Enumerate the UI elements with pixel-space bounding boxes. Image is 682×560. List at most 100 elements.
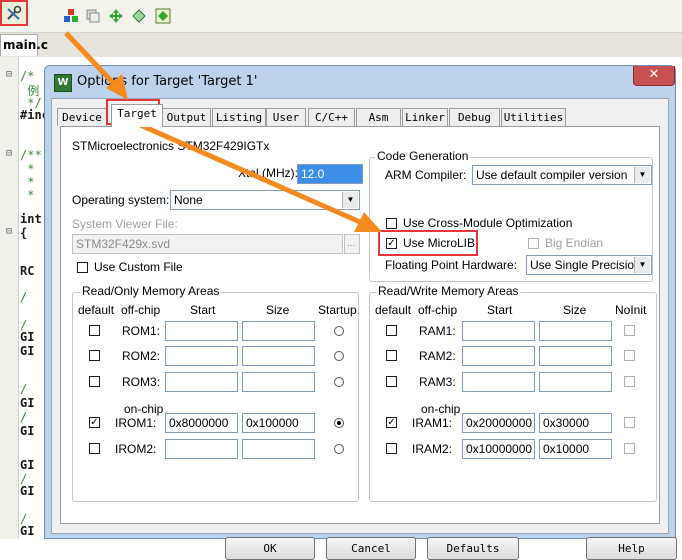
rom-header-default: default <box>78 303 115 317</box>
ram-row-start-input[interactable] <box>462 346 535 366</box>
os-select[interactable]: None ▼ <box>170 190 360 210</box>
ram-row-default-checkbox[interactable] <box>386 325 397 336</box>
noinit-checkbox[interactable] <box>624 376 635 387</box>
startup-radio[interactable] <box>334 351 344 361</box>
fp-select[interactable]: Use Single Precision ▼ <box>526 255 652 275</box>
fp-select-value: Use Single Precision <box>530 258 641 272</box>
startup-radio[interactable] <box>334 418 344 428</box>
compiler-select[interactable]: Use default compiler version ▼ <box>472 165 652 185</box>
ram-row-size-input[interactable] <box>539 346 612 366</box>
tab-output[interactable]: Output <box>162 108 211 126</box>
batch-build-icon[interactable] <box>154 7 172 25</box>
ram-row-default-checkbox[interactable]: ✓ <box>386 417 397 428</box>
rom-row-default-checkbox[interactable] <box>89 376 100 387</box>
code-line: RC <box>20 264 35 278</box>
rom-row-start-input[interactable] <box>165 372 238 392</box>
ram-row-start-input[interactable] <box>462 321 535 341</box>
rom-group-title: Read/Only Memory Areas <box>80 284 222 298</box>
noinit-checkbox[interactable] <box>624 417 635 428</box>
svf-browse-button[interactable]: ... <box>344 234 360 254</box>
rom-row-default-checkbox[interactable] <box>89 350 100 361</box>
ok-button[interactable]: OK <box>225 537 315 560</box>
ram-row-default-checkbox[interactable] <box>386 376 397 387</box>
ram-onchip-label: on-chip <box>421 402 461 416</box>
rom-header-startup: Startup <box>318 303 357 317</box>
cancel-button[interactable]: Cancel <box>326 537 416 560</box>
ram-row-size-input[interactable] <box>539 321 612 341</box>
ram-row-name: IRAM1: <box>412 416 453 430</box>
cross-module-checkbox[interactable] <box>386 218 397 229</box>
ram-row-size-input[interactable]: 0x30000 <box>539 413 612 433</box>
xtal-label: Xtal (MHz): <box>238 166 298 180</box>
code-line: * <box>20 175 35 189</box>
ram-row-name: RAM1: <box>419 324 456 338</box>
rom-row-default-checkbox[interactable] <box>89 325 100 336</box>
gutter-marker[interactable]: ⊟ <box>6 69 12 80</box>
tab-linker[interactable]: Linker <box>402 108 448 126</box>
big-endian-checkbox[interactable] <box>528 238 539 249</box>
microlib-checkbox[interactable]: ✓ <box>386 238 397 249</box>
rom-header-offchip: off-chip <box>121 303 161 317</box>
ram-row-name: RAM3: <box>419 375 456 389</box>
tab-c-c-[interactable]: C/C++ <box>308 108 355 126</box>
gutter-marker[interactable]: ⊟ <box>6 148 12 159</box>
tab-listing[interactable]: Listing <box>212 108 266 126</box>
file-tab-main-c[interactable]: main.c <box>0 34 48 56</box>
rom-row-start-input[interactable]: 0x8000000 <box>165 413 238 433</box>
close-button[interactable]: ✕ <box>633 66 675 86</box>
code-line: * <box>20 188 35 202</box>
startup-radio[interactable] <box>334 326 344 336</box>
rom-row-size-input[interactable] <box>242 439 315 459</box>
tab-utilities[interactable]: Utilities <box>501 108 566 126</box>
gutter-marker[interactable]: ⊟ <box>6 226 12 237</box>
tab-target[interactable]: Target <box>111 104 163 127</box>
custom-file-checkbox[interactable] <box>77 262 88 273</box>
noinit-checkbox[interactable] <box>624 443 635 454</box>
rom-row-name: ROM3: <box>122 375 161 389</box>
ram-row-start-input[interactable] <box>462 372 535 392</box>
svf-input[interactable]: STM32F429x.svd <box>72 234 343 254</box>
noinit-checkbox[interactable] <box>624 350 635 361</box>
ram-row-default-checkbox[interactable] <box>386 350 397 361</box>
rom-row-size-input[interactable] <box>242 346 315 366</box>
rom-row-default-checkbox[interactable] <box>89 443 100 454</box>
move-icon[interactable] <box>107 7 125 25</box>
defaults-button[interactable]: Defaults <box>427 537 519 560</box>
rom-row-size-input[interactable]: 0x100000 <box>242 413 315 433</box>
keil-app-icon: W <box>54 74 72 92</box>
rom-row-start-input[interactable] <box>165 321 238 341</box>
tab-debug[interactable]: Debug <box>449 108 500 126</box>
startup-radio[interactable] <box>334 377 344 387</box>
chevron-down-icon: ▼ <box>342 192 358 208</box>
options-for-target-button[interactable] <box>0 0 28 26</box>
tab-user[interactable]: User <box>266 108 306 126</box>
ram-row-default-checkbox[interactable] <box>386 443 397 454</box>
ram-row-start-input[interactable]: 0x20000000 <box>462 413 535 433</box>
rom-header-start: Start <box>190 303 216 317</box>
noinit-checkbox[interactable] <box>624 325 635 336</box>
code-line: GI <box>20 344 35 358</box>
rom-row-start-input[interactable] <box>165 439 238 459</box>
copy-icon[interactable] <box>84 7 102 25</box>
editor-gutter <box>0 57 19 539</box>
code-line: GI <box>20 424 35 438</box>
ram-row-start-input[interactable]: 0x10000000 <box>462 439 535 459</box>
manage-project-icon[interactable] <box>62 7 80 25</box>
xtal-input[interactable]: 12.0 <box>297 164 363 184</box>
ram-row-size-input[interactable]: 0x10000 <box>539 439 612 459</box>
help-button[interactable]: Help <box>586 537 677 560</box>
code-line: / <box>20 410 28 424</box>
rom-header-size: Size <box>266 303 290 317</box>
code-generation-title: Code Generation <box>375 149 471 163</box>
rom-onchip-label: on-chip <box>124 402 164 416</box>
rom-row-size-input[interactable] <box>242 321 315 341</box>
ram-row-size-input[interactable] <box>539 372 612 392</box>
code-line: GI <box>20 484 35 498</box>
startup-radio[interactable] <box>334 444 344 454</box>
select-device-icon[interactable] <box>130 7 148 25</box>
rom-row-default-checkbox[interactable]: ✓ <box>89 417 100 428</box>
rom-row-size-input[interactable] <box>242 372 315 392</box>
rom-row-start-input[interactable] <box>165 346 238 366</box>
tab-device[interactable]: Device <box>57 108 107 126</box>
tab-asm[interactable]: Asm <box>356 108 401 126</box>
